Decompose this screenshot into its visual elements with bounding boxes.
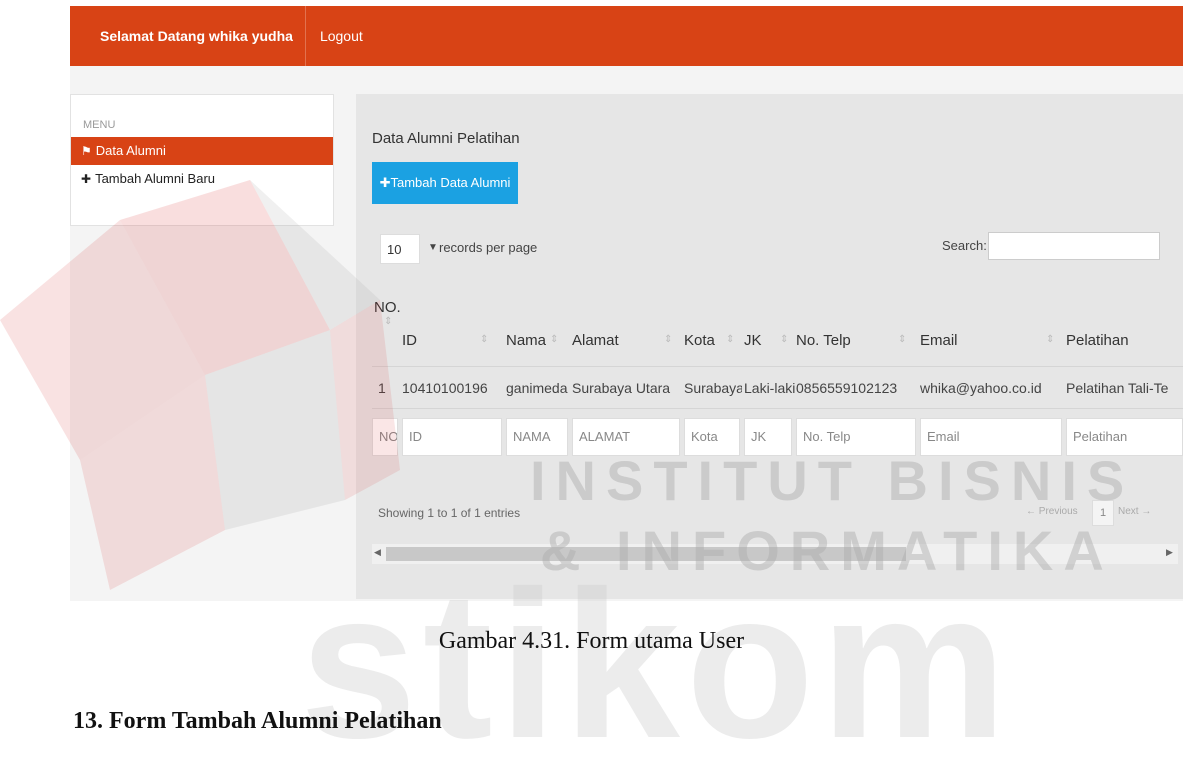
filter-input-jk[interactable]: JK <box>744 418 792 456</box>
filter-input-pelatihan[interactable]: Pelatihan <box>1066 418 1183 456</box>
filter-input-id[interactable]: ID <box>402 418 502 456</box>
column-header-id[interactable]: ID <box>402 324 417 358</box>
column-header-alamat[interactable]: Alamat <box>572 324 619 358</box>
table-info: Showing 1 to 1 of 1 entries <box>378 506 521 520</box>
menu-label: MENU <box>83 119 116 131</box>
pagination-page-1[interactable]: 1 <box>1092 500 1114 526</box>
plus-icon: ✚ <box>379 175 391 190</box>
sidebar-item-label: Tambah Alumni Baru <box>95 171 216 186</box>
filter-input-alamat[interactable]: ALAMAT <box>572 418 680 456</box>
search-input[interactable] <box>988 232 1160 260</box>
table-cell: ganimeda <box>506 380 568 396</box>
welcome-link[interactable]: Selamat Datang whika yudha <box>70 6 306 66</box>
home-icon: ⚑ <box>81 144 92 158</box>
scroll-left-icon[interactable]: ◀ <box>374 547 381 558</box>
plus-icon: ✚ <box>81 172 92 186</box>
sidebar-item-data-alumni[interactable]: ⚑ Data Alumni <box>71 137 333 165</box>
table-cell: 10410100196 <box>402 380 488 396</box>
add-alumni-button[interactable]: ✚Tambah Data Alumni <box>372 162 518 204</box>
table-cell: Surabaya <box>684 380 742 396</box>
table-cell: 1 <box>378 380 386 396</box>
sort-icon[interactable]: ⇕ <box>726 334 734 345</box>
sort-icon[interactable]: ⇕ <box>898 334 906 345</box>
pagination-next[interactable]: Next → <box>1118 506 1151 517</box>
table-cell: 0856559102123 <box>796 380 898 396</box>
table-cell: whika@yahoo.co.id <box>920 380 1042 396</box>
caret-down-icon: ▼ <box>428 242 438 253</box>
column-header-email[interactable]: Email <box>920 324 958 358</box>
filter-input-no[interactable]: NO <box>372 418 398 456</box>
filter-input-nama[interactable]: NAMA <box>506 418 568 456</box>
table-cell: Surabaya Utara <box>572 380 671 396</box>
filter-input-kota[interactable]: Kota <box>684 418 740 456</box>
sort-icon[interactable]: ⇕ <box>1046 334 1054 345</box>
scroll-right-icon[interactable]: ▶ <box>1166 547 1173 558</box>
sort-icon[interactable]: ⇕ <box>780 334 788 345</box>
app-screenshot: Selamat Datang whika yudha Logout MENU ⚑… <box>70 6 1183 601</box>
alumni-table: ⇕ ID ⇕ Nama ⇕ Alamat ⇕ Kota ⇕ JK ⇕ No. T… <box>372 316 1183 476</box>
column-header-kota[interactable]: Kota <box>684 324 715 358</box>
main-panel: Data Alumni Pelatihan ✚Tambah Data Alumn… <box>356 94 1183 599</box>
page-title: Data Alumni Pelatihan <box>372 130 520 147</box>
row-divider <box>372 366 1183 367</box>
column-header-no[interactable]: NO. <box>374 299 401 316</box>
logout-link[interactable]: Logout <box>306 6 377 66</box>
column-header-jk[interactable]: JK <box>744 324 762 358</box>
section-heading: 13. Form Tambah Alumni Pelatihan <box>73 708 442 734</box>
pagination-previous[interactable]: ← Previous <box>1026 506 1078 517</box>
sidebar-item-tambah-alumni[interactable]: ✚ Tambah Alumni Baru <box>71 165 333 193</box>
horizontal-scrollbar[interactable]: ◀ ▶ <box>372 544 1178 564</box>
search-label: Search: <box>942 238 987 253</box>
column-header-no-telp[interactable]: No. Telp <box>796 324 851 358</box>
records-per-page-select[interactable]: 10 <box>380 234 420 264</box>
top-navbar: Selamat Datang whika yudha Logout <box>70 6 1183 66</box>
row-divider <box>372 408 1183 409</box>
scrollbar-thumb[interactable] <box>386 547 906 561</box>
sort-icon[interactable]: ⇕ <box>664 334 672 345</box>
sidebar-item-label: Data Alumni <box>95 143 166 158</box>
sort-icon[interactable]: ⇕ <box>550 334 558 345</box>
table-cell: Laki-laki <box>744 380 796 396</box>
add-alumni-button-label: Tambah Data Alumni <box>390 175 511 190</box>
figure-caption: Gambar 4.31. Form utama User <box>438 628 745 654</box>
sort-icon[interactable]: ⇕ <box>480 334 488 345</box>
table-cell: Pelatihan Tali-Te <box>1066 380 1169 396</box>
column-header-nama[interactable]: Nama <box>506 324 546 358</box>
filter-input-no-telp[interactable]: No. Telp <box>796 418 916 456</box>
filter-input-email[interactable]: Email <box>920 418 1062 456</box>
sidebar-menu: MENU ⚑ Data Alumni ✚ Tambah Alumni Baru <box>70 94 334 226</box>
records-per-page-label: records per page <box>439 240 538 255</box>
column-header-pelatihan[interactable]: Pelatihan <box>1066 324 1129 358</box>
sort-icon[interactable]: ⇕ <box>384 316 392 327</box>
